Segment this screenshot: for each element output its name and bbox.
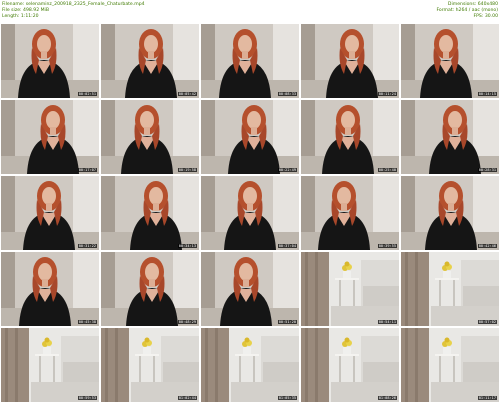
video-thumbnail[interactable]: 00:08:33 [201, 24, 299, 98]
thumbnail-image [201, 24, 299, 98]
thumbnail-timestamp: 00:19:58 [177, 168, 197, 172]
thumbnail-image [401, 24, 499, 98]
thumbnail-timestamp: 00:25:40 [377, 168, 397, 172]
thumbnail-timestamp: 01:02:44 [177, 396, 197, 400]
thumbnail-image [401, 252, 499, 326]
thumbnail-image [301, 176, 399, 250]
thumbnail-timestamp: 00:51:20 [277, 320, 297, 324]
thumbnail-timestamp: 00:22:49 [277, 168, 297, 172]
video-thumbnail[interactable]: 01:05:35 [201, 328, 299, 402]
thumbnail-timestamp: 00:39:55 [377, 244, 397, 248]
thumbnail-image [1, 252, 99, 326]
thumbnail-image [1, 176, 99, 250]
format-text: Format: h264 / aac (mono) [436, 8, 498, 13]
thumbnail-image [201, 100, 299, 174]
thumbnail-image [401, 100, 499, 174]
thumbnail-image [101, 252, 199, 326]
thumbnail-grid: 00:02:51 00:05:42 00:08:33 00:11:24 00:1… [1, 24, 499, 402]
thumbnail-timestamp: 00:42:46 [477, 244, 497, 248]
video-thumbnail[interactable]: 00:25:40 [301, 100, 399, 174]
video-thumbnail[interactable]: 00:45:38 [1, 252, 99, 326]
thumbnail-image [101, 328, 199, 402]
thumbnail-timestamp: 01:05:35 [277, 396, 297, 400]
thumbnail-image [201, 328, 299, 402]
thumbnail-image [201, 252, 299, 326]
thumbnail-timestamp: 00:05:42 [177, 92, 197, 96]
video-thumbnail[interactable]: 00:59:53 [1, 328, 99, 402]
thumbnail-timestamp: 00:45:38 [77, 320, 97, 324]
thumbnail-image [401, 176, 499, 250]
thumbnail-timestamp: 00:54:11 [377, 320, 397, 324]
video-thumbnail[interactable]: 00:02:51 [1, 24, 99, 98]
thumbnail-image [301, 328, 399, 402]
thumbnail-timestamp: 00:14:15 [477, 92, 497, 96]
thumbnail-image [201, 176, 299, 250]
dimensions-text: Dimensions: 640x480 [447, 2, 498, 7]
video-thumbnail[interactable]: 00:14:15 [401, 24, 499, 98]
thumbnail-image [301, 24, 399, 98]
filename-text: Filename: selenaminz_200918_2325_Female_… [2, 2, 145, 7]
thumbnail-image [101, 176, 199, 250]
thumbnail-image [1, 328, 99, 402]
video-thumbnail[interactable]: 00:28:31 [401, 100, 499, 174]
length-text: Length: 1:11:20 [2, 14, 39, 19]
thumbnail-timestamp: 00:57:02 [477, 320, 497, 324]
video-thumbnail[interactable]: 00:22:49 [201, 100, 299, 174]
video-thumbnail[interactable]: 00:39:55 [301, 176, 399, 250]
thumbnail-timestamp: 00:11:24 [377, 92, 397, 96]
video-thumbnail[interactable]: 00:54:11 [301, 252, 399, 326]
thumbnail-timestamp: 00:31:22 [77, 244, 97, 248]
video-thumbnail[interactable]: 00:37:04 [201, 176, 299, 250]
video-thumbnail[interactable]: 00:51:20 [201, 252, 299, 326]
thumbnail-timestamp: 01:08:26 [377, 396, 397, 400]
video-thumbnail[interactable]: 00:11:24 [301, 24, 399, 98]
video-thumbnail[interactable]: 00:31:22 [1, 176, 99, 250]
thumbnail-timestamp: 01:11:17 [477, 396, 497, 400]
video-thumbnail[interactable]: 01:11:17 [401, 328, 499, 402]
thumbnail-timestamp: 00:59:53 [77, 396, 97, 400]
fps-text: FPS: 30.00 [473, 14, 499, 19]
video-thumbnail[interactable]: 01:02:44 [101, 328, 199, 402]
thumbnail-timestamp: 00:48:29 [177, 320, 197, 324]
video-thumbnail[interactable]: 00:57:02 [401, 252, 499, 326]
thumbnail-image [1, 100, 99, 174]
thumbnail-image [301, 252, 399, 326]
thumbnail-timestamp: 00:34:13 [177, 244, 197, 248]
video-thumbnail[interactable]: 00:05:42 [101, 24, 199, 98]
video-thumbnail[interactable]: 00:17:07 [1, 100, 99, 174]
video-thumbnail[interactable]: 01:08:26 [301, 328, 399, 402]
filesize-text: File size: 498.92 MiB [2, 8, 49, 13]
thumbnail-timestamp: 00:08:33 [277, 92, 297, 96]
thumbnail-image [101, 24, 199, 98]
thumbnail-image [101, 100, 199, 174]
video-thumbnail[interactable]: 00:34:13 [101, 176, 199, 250]
thumbnail-image [1, 24, 99, 98]
thumbnail-image [301, 100, 399, 174]
thumbnail-timestamp: 00:28:31 [477, 168, 497, 172]
video-thumbnail[interactable]: 00:48:29 [101, 252, 199, 326]
thumbnail-image [401, 328, 499, 402]
thumbnail-timestamp: 00:02:51 [77, 92, 97, 96]
info-header: Filename: selenaminz_200918_2325_Female_… [0, 0, 500, 24]
video-thumbnail[interactable]: 00:42:46 [401, 176, 499, 250]
thumbnail-timestamp: 00:17:07 [77, 168, 97, 172]
video-thumbnail[interactable]: 00:19:58 [101, 100, 199, 174]
thumbnail-timestamp: 00:37:04 [277, 244, 297, 248]
